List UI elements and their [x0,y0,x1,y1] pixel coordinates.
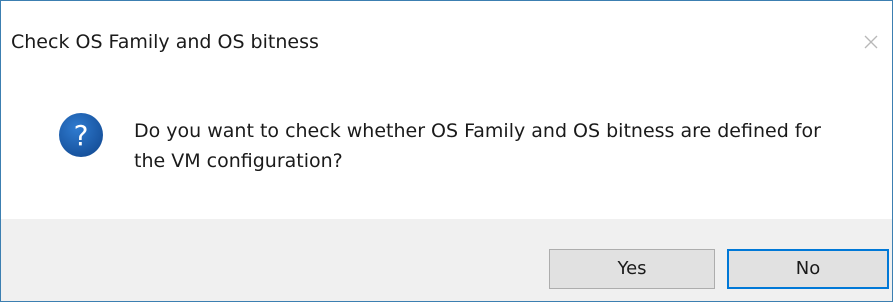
dialog-message: Do you want to check whether OS Family a… [134,120,821,172]
question-icon: ? [58,112,104,158]
svg-text:?: ? [74,119,89,152]
close-icon [864,35,878,49]
yes-button[interactable]: Yes [549,249,715,289]
dialog-window: Check OS Family and OS bitness ? Do you [0,0,893,302]
close-button[interactable] [854,25,888,59]
dialog-content: ? Do you want to check whether OS Family… [1,79,892,219]
dialog-title: Check OS Family and OS bitness [11,31,319,53]
title-bar: Check OS Family and OS bitness [1,1,892,79]
button-bar: Yes No [1,219,892,301]
no-button[interactable]: No [727,249,889,289]
